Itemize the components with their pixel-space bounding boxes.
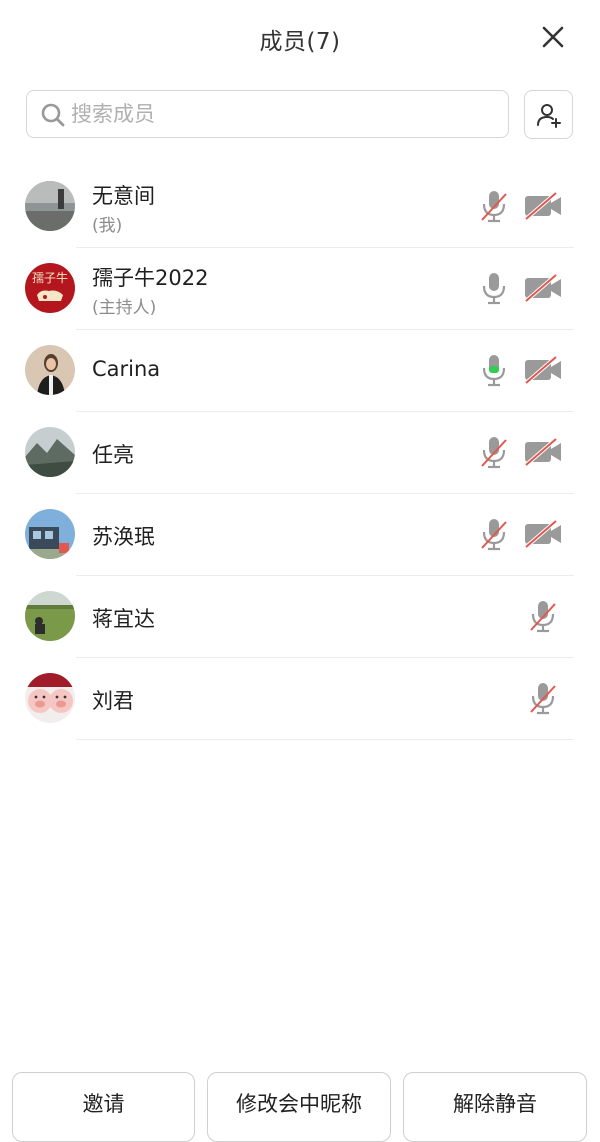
avatar bbox=[25, 591, 75, 641]
mic-muted-icon[interactable] bbox=[528, 680, 558, 716]
camera-off-icon[interactable] bbox=[522, 191, 564, 221]
mic-muted-icon[interactable] bbox=[479, 188, 509, 224]
member-name: 刘君 bbox=[92, 689, 134, 713]
member-row[interactable]: 任亮 bbox=[0, 412, 600, 494]
member-row[interactable]: 刘君 bbox=[0, 658, 600, 740]
member-role: (我) bbox=[92, 216, 123, 236]
camera-off-icon[interactable] bbox=[522, 355, 564, 385]
rename-button[interactable]: 修改会中昵称 bbox=[207, 1072, 391, 1142]
member-name: Carina bbox=[92, 357, 161, 381]
member-name: 无意间 bbox=[92, 184, 155, 208]
search-box[interactable] bbox=[26, 90, 509, 138]
mic-muted-icon[interactable] bbox=[528, 598, 558, 634]
member-list: 无意间 (我) 孺子牛 孺子牛2022 (主持人) Carina 任亮 苏涣珉 … bbox=[0, 166, 600, 740]
avatar-text: 孺子牛 bbox=[32, 270, 68, 285]
camera-off-icon[interactable] bbox=[522, 273, 564, 303]
search-icon bbox=[41, 103, 65, 127]
bottom-action-bar: 邀请 修改会中昵称 解除静音 bbox=[0, 1070, 600, 1142]
mic-speaking-icon[interactable] bbox=[479, 352, 509, 388]
member-row[interactable]: Carina bbox=[0, 330, 600, 412]
member-name: 苏涣珉 bbox=[92, 525, 155, 549]
divider bbox=[76, 739, 574, 740]
member-row[interactable]: 无意间 (我) bbox=[0, 166, 600, 248]
close-icon bbox=[542, 26, 564, 48]
mic-muted-icon[interactable] bbox=[479, 516, 509, 552]
avatar bbox=[25, 345, 75, 395]
member-name: 孺子牛2022 bbox=[92, 266, 209, 290]
member-row[interactable]: 苏涣珉 bbox=[0, 494, 600, 576]
unmute-button[interactable]: 解除静音 bbox=[403, 1072, 587, 1142]
page-title: 成员(7) bbox=[259, 29, 341, 55]
search-input[interactable] bbox=[71, 97, 491, 131]
invite-button[interactable]: 邀请 bbox=[12, 1072, 195, 1142]
avatar: 孺子牛 bbox=[25, 263, 75, 313]
add-member-button[interactable] bbox=[524, 90, 573, 139]
close-button[interactable] bbox=[536, 20, 570, 54]
avatar bbox=[25, 181, 75, 231]
member-role: (主持人) bbox=[92, 298, 157, 318]
add-person-icon bbox=[537, 104, 561, 128]
header: 成员(7) bbox=[0, 0, 600, 84]
member-name: 蒋宜达 bbox=[92, 607, 155, 631]
avatar bbox=[25, 509, 75, 559]
avatar bbox=[25, 673, 75, 723]
mic-muted-icon[interactable] bbox=[479, 434, 509, 470]
member-name: 任亮 bbox=[92, 443, 134, 467]
member-row[interactable]: 蒋宜达 bbox=[0, 576, 600, 658]
member-row[interactable]: 孺子牛 孺子牛2022 (主持人) bbox=[0, 248, 600, 330]
mic-icon[interactable] bbox=[479, 270, 509, 306]
avatar bbox=[25, 427, 75, 477]
camera-off-icon[interactable] bbox=[522, 519, 564, 549]
camera-off-icon[interactable] bbox=[522, 437, 564, 467]
